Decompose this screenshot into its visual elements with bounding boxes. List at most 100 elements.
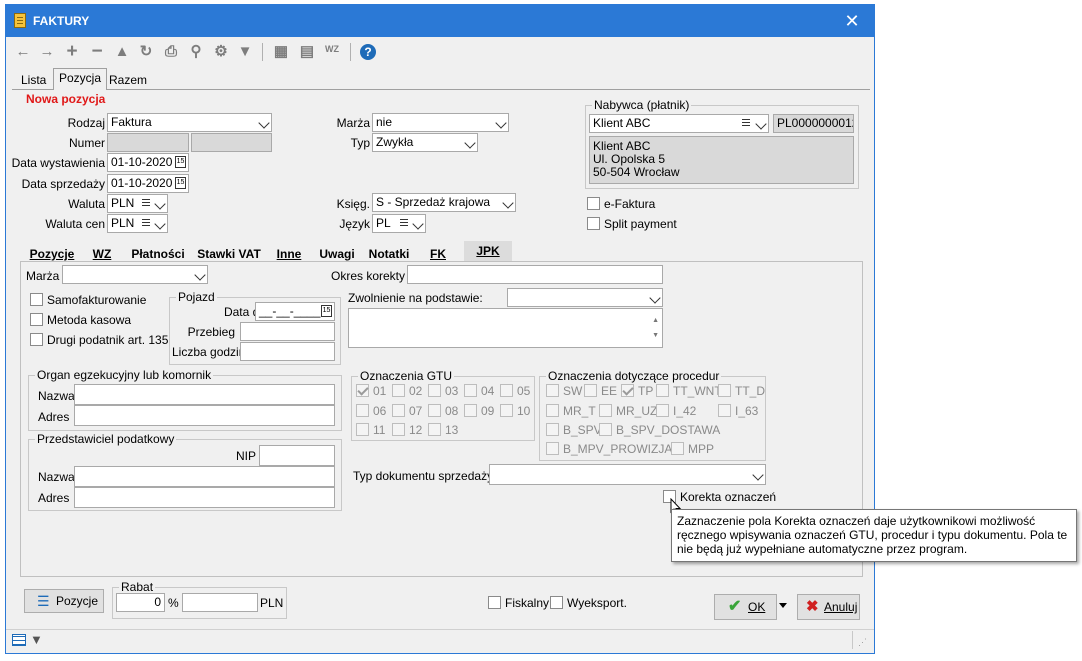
jpk-marza-select[interactable] <box>62 265 208 284</box>
tab-pozycja[interactable]: Pozycja <box>53 68 108 90</box>
proc-ee-checkbox[interactable] <box>584 384 597 397</box>
pozycje-button[interactable]: ☰ Pozycje <box>24 589 104 613</box>
okres-korekty-input[interactable] <box>407 265 663 284</box>
list-icon[interactable] <box>400 219 408 220</box>
przebieg-input[interactable] <box>240 322 335 341</box>
proc-sw-checkbox[interactable] <box>546 384 559 397</box>
data-dop-input[interactable]: __-__-____ 15 <box>255 302 335 321</box>
rabat-percent-input[interactable]: 0 <box>116 593 165 612</box>
chevron-down-icon[interactable] <box>412 218 424 230</box>
przebieg-label: Przebieg <box>187 325 235 339</box>
samofakturowanie-checkbox[interactable] <box>30 293 43 306</box>
grid-icon[interactable] <box>12 634 26 646</box>
jezyk-select[interactable]: PL <box>372 214 426 233</box>
filter-settings-icon[interactable]: ▼ <box>30 632 43 647</box>
arrow-left-icon[interactable]: ← <box>14 43 32 61</box>
gtu-12-checkbox[interactable] <box>392 423 405 436</box>
ksieg-select[interactable]: S - Sprzedaż krajowa <box>372 193 516 212</box>
proc-b-spv-checkbox[interactable] <box>546 423 559 436</box>
gtu-10-checkbox[interactable] <box>500 404 513 417</box>
calendar-icon[interactable]: 15 <box>321 305 332 317</box>
data-wystawienia-input[interactable]: 01-10-2020 15 <box>107 153 189 172</box>
calendar-icon[interactable]: 15 <box>175 177 186 189</box>
plus-icon[interactable]: + <box>63 42 81 61</box>
zoom-icon[interactable]: ⚲ <box>187 43 205 61</box>
split-payment-checkbox[interactable] <box>587 217 600 230</box>
liczba-godzin-input[interactable] <box>240 342 335 361</box>
marza-select[interactable]: nie <box>372 113 509 132</box>
gtu-01-checkbox[interactable] <box>356 384 369 397</box>
ok-dropdown-arrow-icon[interactable] <box>779 603 787 608</box>
gtu-08-checkbox[interactable] <box>428 404 441 417</box>
proc-tp-checkbox[interactable] <box>621 384 634 397</box>
close-icon[interactable]: ✕ <box>838 10 866 32</box>
chevron-down-icon[interactable] <box>154 198 166 210</box>
proc-tt-d-checkbox[interactable] <box>718 384 731 397</box>
organ-nazwa-input[interactable] <box>74 384 335 405</box>
proc-mr-uz-checkbox[interactable] <box>599 404 612 417</box>
filter-icon[interactable]: ▼ <box>236 43 254 61</box>
tab-jpk[interactable]: JPK <box>464 241 512 262</box>
numer-prefix-field[interactable] <box>107 133 189 152</box>
tab-lista[interactable]: Lista <box>16 71 51 89</box>
gtu-11-checkbox[interactable] <box>356 423 369 436</box>
list-icon[interactable] <box>142 199 150 200</box>
resize-grip-icon[interactable]: ⋰ <box>858 637 867 648</box>
numer-field[interactable] <box>191 133 272 152</box>
gtu-05-checkbox[interactable] <box>500 384 513 397</box>
refresh-icon[interactable]: ↻ <box>137 43 155 61</box>
typ-dokumentu-select[interactable] <box>489 464 766 485</box>
tab-razem[interactable]: Razem <box>104 71 152 89</box>
wyeksport-checkbox[interactable] <box>550 596 563 609</box>
calc-icon[interactable]: ▦ <box>272 43 290 61</box>
chevron-down-icon[interactable] <box>154 218 166 230</box>
metoda-kasowa-checkbox[interactable] <box>30 313 43 326</box>
gtu-label: 09 <box>481 404 495 418</box>
przedst-adres-input[interactable] <box>74 487 335 508</box>
minus-icon[interactable]: − <box>88 42 106 61</box>
wz-icon[interactable]: WZ <box>323 43 341 61</box>
zwolnienie-select[interactable] <box>507 288 663 307</box>
proc-i42-checkbox[interactable] <box>656 404 669 417</box>
gtu-02-checkbox[interactable] <box>392 384 405 397</box>
help-icon[interactable]: ? <box>360 44 376 60</box>
gear-icon[interactable]: ⚙ <box>212 43 230 61</box>
print-icon[interactable]: ⎙ <box>162 43 180 61</box>
gtu-06-checkbox[interactable] <box>356 404 369 417</box>
proc-mr-t-checkbox[interactable] <box>546 404 559 417</box>
drugi-podatnik-checkbox[interactable] <box>30 333 43 346</box>
proc-mpp-checkbox[interactable] <box>671 442 684 455</box>
gtu-09-checkbox[interactable] <box>464 404 477 417</box>
rodzaj-select[interactable]: Faktura <box>107 113 272 132</box>
gtu-04-checkbox[interactable] <box>464 384 477 397</box>
calendar-icon[interactable]: 15 <box>175 156 186 168</box>
nabywca-select[interactable]: Klient ABC <box>589 114 769 133</box>
waluta-cen-select[interactable]: PLN <box>107 214 168 233</box>
efaktura-checkbox[interactable] <box>587 197 600 210</box>
gtu-07-checkbox[interactable] <box>392 404 405 417</box>
typ-select[interactable]: Zwykła <box>372 133 478 152</box>
rabat-amount-input[interactable] <box>182 593 258 612</box>
list-icon[interactable] <box>742 119 750 120</box>
proc-b-mpv-prowizja-checkbox[interactable] <box>546 442 559 455</box>
organ-adres-input[interactable] <box>74 405 335 426</box>
list-icon[interactable] <box>142 219 150 220</box>
fiskalny-checkbox[interactable] <box>488 596 501 609</box>
nip-input[interactable] <box>259 445 335 466</box>
chevron-down-icon[interactable] <box>755 118 767 130</box>
doc-icon[interactable]: ▤ <box>298 43 316 61</box>
proc-tt-wnt-checkbox[interactable] <box>656 384 669 397</box>
proc-b-spv-dostawa-checkbox[interactable] <box>599 423 612 436</box>
data-sprzedazy-input[interactable]: 01-10-2020 15 <box>107 174 189 193</box>
proc-i63-checkbox[interactable] <box>718 404 731 417</box>
waluta-select[interactable]: PLN <box>107 194 168 213</box>
przedst-nazwa-input[interactable] <box>74 466 335 487</box>
scroll-down-icon[interactable]: ▼ <box>652 327 659 344</box>
ok-button[interactable]: ✔ OK <box>714 594 777 620</box>
gtu-13-checkbox[interactable] <box>428 423 441 436</box>
arrow-right-icon[interactable]: → <box>38 43 56 61</box>
triangle-icon[interactable]: ▲ <box>113 43 131 61</box>
anuluj-button[interactable]: ✖ Anuluj <box>797 594 860 620</box>
gtu-03-checkbox[interactable] <box>428 384 441 397</box>
zwolnienie-textarea[interactable]: ▲ ▼ <box>348 308 663 348</box>
